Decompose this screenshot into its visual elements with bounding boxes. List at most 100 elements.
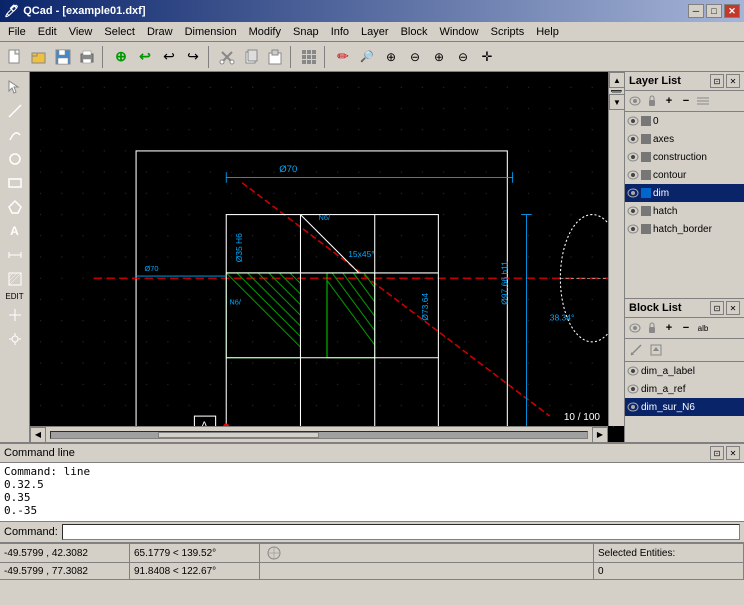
minimize-button[interactable]: ─ <box>688 4 704 18</box>
block-remove[interactable]: − <box>678 320 694 336</box>
left-tool-polyline[interactable] <box>3 196 27 218</box>
layer-lock-toggle[interactable] <box>644 93 660 109</box>
layer-color <box>641 152 651 162</box>
menu-dimension[interactable]: Dimension <box>179 24 243 40</box>
block-edit-button[interactable] <box>627 341 645 359</box>
command-input-field[interactable] <box>62 524 740 540</box>
layer-item[interactable]: construction <box>625 148 744 166</box>
menu-file[interactable]: File <box>2 24 32 40</box>
block-alb[interactable]: alb <box>695 320 711 336</box>
toolbar-open[interactable] <box>28 46 50 68</box>
menu-snap[interactable]: Snap <box>287 24 325 40</box>
close-button[interactable]: ✕ <box>724 4 740 18</box>
toolbar-save[interactable] <box>52 46 74 68</box>
horizontal-scrollbar[interactable]: ◀ ▶ <box>30 426 608 442</box>
block-list: dim_a_label dim_a_ref dim_sur_N6 <box>625 362 744 442</box>
svg-text:N6/: N6/ <box>229 298 241 307</box>
menu-draw[interactable]: Draw <box>141 24 179 40</box>
left-tool-edit-label: EDIT <box>3 292 27 302</box>
scroll-right-button[interactable]: ▶ <box>592 427 608 443</box>
menu-edit[interactable]: Edit <box>32 24 63 40</box>
left-tool-select[interactable] <box>3 76 27 98</box>
block-action-buttons <box>625 339 744 362</box>
block-insert-button[interactable] <box>647 341 665 359</box>
toolbar-pan[interactable]: ✛ <box>476 46 498 68</box>
layer-panel-detach[interactable]: ⊡ <box>710 74 724 88</box>
layer-add[interactable]: + <box>661 93 677 109</box>
layer-item-dim[interactable]: dim <box>625 184 744 202</box>
scroll-left-button[interactable]: ◀ <box>30 427 46 443</box>
left-tool-snap[interactable] <box>3 328 27 350</box>
layer-visible-toggle[interactable] <box>627 93 643 109</box>
menu-view[interactable]: View <box>63 24 99 40</box>
title-bar-text: QCad - [example01.dxf] <box>23 5 145 17</box>
toolbar-zoom-ext[interactable]: ⊖ <box>452 46 474 68</box>
menu-layer[interactable]: Layer <box>355 24 395 40</box>
layer-list-icon[interactable] <box>695 93 711 109</box>
menu-modify[interactable]: Modify <box>243 24 287 40</box>
left-tool-move[interactable] <box>3 304 27 326</box>
scroll-h-thumb[interactable] <box>158 432 319 438</box>
toolbar-new[interactable] <box>4 46 26 68</box>
scroll-down-button[interactable]: ▼ <box>609 94 624 110</box>
toolbar-zoom-out[interactable]: ⊖ <box>404 46 426 68</box>
status-coords1: -49.5799 , 42.3082 <box>0 544 130 562</box>
layer-remove[interactable]: − <box>678 93 694 109</box>
menu-info[interactable]: Info <box>325 24 355 40</box>
block-lock-toggle[interactable] <box>644 320 660 336</box>
left-tool-rect[interactable] <box>3 172 27 194</box>
toolbar-zoom-window[interactable]: 🔎 <box>356 46 378 68</box>
toolbar-zoom-prev[interactable]: ⊕ <box>428 46 450 68</box>
block-list-header: Block List ⊡ ✕ <box>625 299 744 318</box>
menu-block[interactable]: Block <box>395 24 434 40</box>
block-visible-toggle[interactable] <box>627 320 643 336</box>
left-tool-dimension[interactable] <box>3 244 27 266</box>
block-name-dim-sur: dim_sur_N6 <box>641 402 742 413</box>
toolbar-copy[interactable] <box>240 46 262 68</box>
layer-panel-close[interactable]: ✕ <box>726 74 740 88</box>
layer-item[interactable]: hatch_border <box>625 220 744 238</box>
block-item[interactable]: dim_a_label <box>625 362 744 380</box>
toolbar-draw-pen[interactable]: ✏ <box>332 46 354 68</box>
toolbar-cut[interactable] <box>216 46 238 68</box>
layer-item[interactable]: 0 <box>625 112 744 130</box>
layer-item[interactable]: contour <box>625 166 744 184</box>
command-detach[interactable]: ⊡ <box>710 446 724 460</box>
block-panel-close[interactable]: ✕ <box>726 301 740 315</box>
toolbar-redo[interactable]: ↪ <box>182 46 204 68</box>
toolbar-zoom-in[interactable]: ↩ <box>134 46 156 68</box>
toolbar-print[interactable] <box>76 46 98 68</box>
command-area: Command line ⊡ ✕ Command: line 0.32.5 0.… <box>0 442 744 542</box>
menu-select[interactable]: Select <box>98 24 141 40</box>
command-close[interactable]: ✕ <box>726 446 740 460</box>
left-tool-hatch[interactable] <box>3 268 27 290</box>
maximize-button[interactable]: □ <box>706 4 722 18</box>
vertical-scrollbar[interactable]: ▲ ▼ <box>608 72 624 426</box>
menu-window[interactable]: Window <box>433 24 484 40</box>
layer-item[interactable]: hatch <box>625 202 744 220</box>
layer-name-dim: dim <box>653 188 742 199</box>
scroll-h-track[interactable] <box>50 431 588 439</box>
block-add[interactable]: + <box>661 320 677 336</box>
toolbar-paste[interactable] <box>264 46 286 68</box>
command-title: Command line <box>4 447 75 459</box>
block-panel-detach[interactable]: ⊡ <box>710 301 724 315</box>
layer-name: 0 <box>653 116 742 127</box>
left-tool-text[interactable]: A <box>3 220 27 242</box>
left-tool-line[interactable] <box>3 100 27 122</box>
toolbar-zoom-in2[interactable]: ⊕ <box>380 46 402 68</box>
layer-item[interactable]: axes <box>625 130 744 148</box>
menu-help[interactable]: Help <box>530 24 565 40</box>
scroll-v-thumb[interactable] <box>612 91 621 93</box>
toolbar-undo[interactable]: ↩ <box>158 46 180 68</box>
left-tool-circle[interactable] <box>3 148 27 170</box>
scroll-up-button[interactable]: ▲ <box>609 72 624 88</box>
block-item-dim-sur[interactable]: dim_sur_N6 <box>625 398 744 416</box>
toolbar-zoom-fit[interactable]: ⊕ <box>110 46 132 68</box>
block-item[interactable]: dim_a_ref <box>625 380 744 398</box>
toolbar-grid[interactable] <box>298 46 320 68</box>
left-tool-arc[interactable] <box>3 124 27 146</box>
title-bar-buttons: ─ □ ✕ <box>688 4 740 18</box>
canvas-area[interactable]: // Will be rendered as static dots patte… <box>30 72 624 442</box>
menu-scripts[interactable]: Scripts <box>485 24 531 40</box>
